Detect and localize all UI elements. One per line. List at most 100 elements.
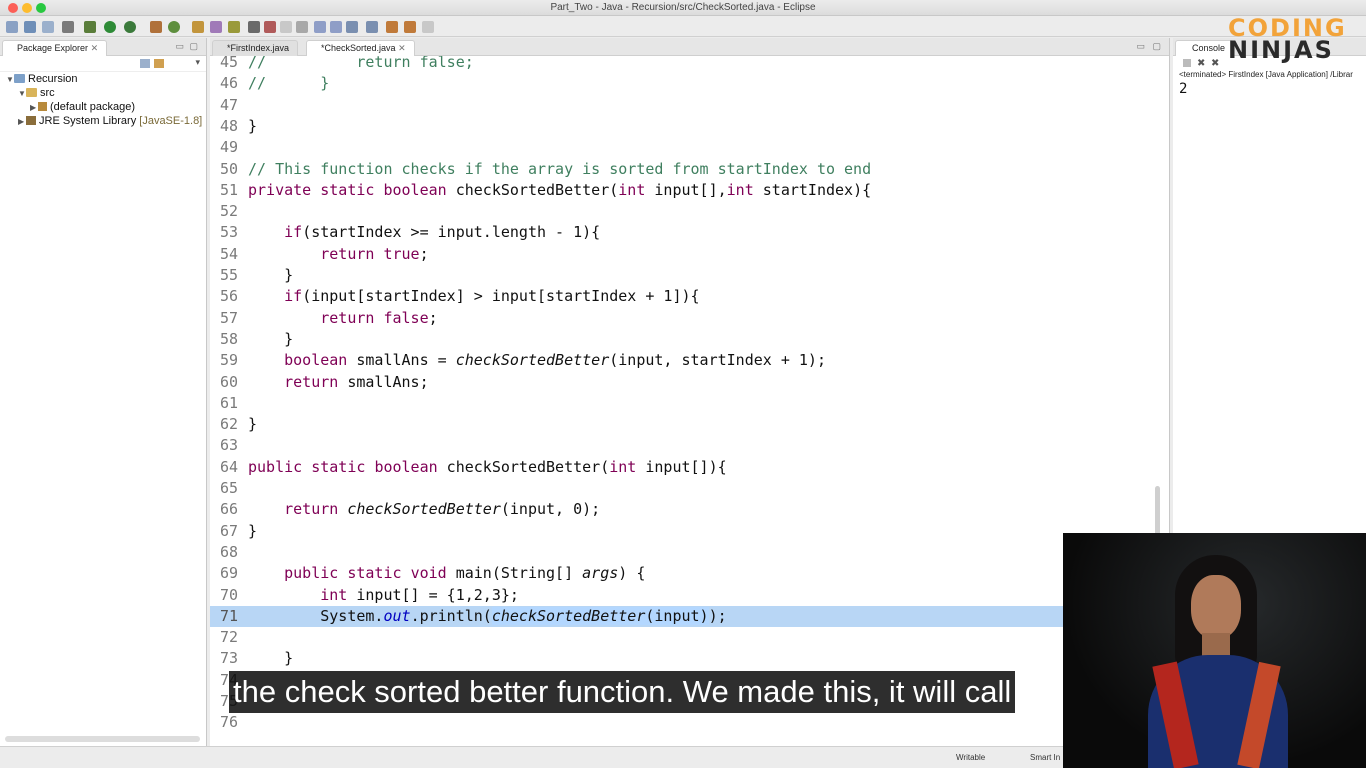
pin-editor-icon[interactable]: [296, 21, 308, 33]
forward-icon[interactable]: [386, 21, 398, 33]
save-icon[interactable]: [24, 21, 36, 33]
code-line[interactable]: 48}: [210, 116, 1170, 137]
tab-checksorted[interactable]: *CheckSorted.java ✕: [306, 40, 415, 56]
maximize-editor-icon[interactable]: ▢: [1152, 41, 1161, 52]
block-selection-icon[interactable]: [280, 21, 292, 33]
debug-icon[interactable]: [84, 21, 96, 33]
code-line[interactable]: 73 }: [210, 648, 1170, 669]
code-text[interactable]: return true;: [248, 244, 428, 265]
view-menu-icon[interactable]: ▾: [195, 57, 200, 68]
code-text[interactable]: if(input[startIndex] > input[startIndex …: [248, 286, 699, 307]
minimize-view-icon[interactable]: ▭: [175, 41, 184, 52]
code-text[interactable]: boolean smallAns = checkSortedBetter(inp…: [248, 350, 826, 371]
last-edit-icon[interactable]: [346, 21, 358, 33]
code-text[interactable]: }: [248, 116, 257, 137]
run-icon[interactable]: [104, 21, 116, 33]
horizontal-scrollbar[interactable]: [5, 736, 200, 742]
code-line[interactable]: 67}: [210, 521, 1170, 542]
code-line[interactable]: 54 return true;: [210, 244, 1170, 265]
code-area[interactable]: 45// return false; 46// } 47 48} 49 50// This…: [210, 56, 1170, 746]
code-text[interactable]: // This function checks if the array is …: [248, 159, 871, 180]
code-line[interactable]: 62}: [210, 414, 1170, 435]
maximize-view-icon[interactable]: ▢: [189, 41, 198, 52]
code-line[interactable]: 57 return false;: [210, 308, 1170, 329]
code-text[interactable]: if(startIndex >= input.length - 1){: [248, 222, 600, 243]
code-line[interactable]: 46 // }: [210, 73, 1170, 94]
new-java-project-icon[interactable]: [150, 21, 162, 33]
code-text[interactable]: System.out.println(checkSortedBetter(inp…: [248, 606, 727, 627]
tree-item-src[interactable]: ▼ src: [18, 86, 55, 100]
code-line[interactable]: 56 if(input[startIndex] > input[startInd…: [210, 286, 1170, 307]
code-line[interactable]: 58 }: [210, 329, 1170, 350]
close-icon[interactable]: ✕: [398, 43, 406, 53]
back-icon[interactable]: [366, 21, 378, 33]
code-text[interactable]: // return false;: [248, 56, 474, 73]
link-with-editor-icon[interactable]: [154, 59, 164, 68]
toggle-mark-icon[interactable]: [248, 21, 260, 33]
code-line[interactable]: 72: [210, 627, 1170, 648]
open-type-icon[interactable]: [192, 21, 204, 33]
code-line[interactable]: 45 // return false;: [210, 56, 1170, 73]
code-line[interactable]: 55 }: [210, 265, 1170, 286]
close-icon[interactable]: ✕: [91, 43, 99, 53]
code-text[interactable]: }: [248, 414, 257, 435]
code-text[interactable]: return false;: [248, 308, 437, 329]
remove-launch-icon[interactable]: ✖: [1197, 58, 1205, 69]
new-icon[interactable]: [6, 21, 18, 33]
code-line[interactable]: 76: [210, 712, 1170, 733]
save-all-icon[interactable]: [42, 21, 54, 33]
code-line[interactable]: 51 private static boolean checkSortedBett…: [210, 180, 1170, 201]
show-whitespace-icon[interactable]: [264, 21, 276, 33]
code-line[interactable]: 50 // This function checks if the array i…: [210, 159, 1170, 180]
tab-firstindex[interactable]: *FirstIndex.java: [212, 40, 299, 56]
code-line[interactable]: 49: [210, 137, 1170, 158]
code-line[interactable]: 68: [210, 542, 1170, 563]
code-text[interactable]: return smallAns;: [248, 372, 429, 393]
code-text[interactable]: public static void main(String[] args) {: [248, 563, 645, 584]
code-text[interactable]: private static boolean checkSortedBetter…: [248, 180, 871, 201]
code-text[interactable]: }: [248, 265, 293, 286]
code-line[interactable]: 60 return smallAns;: [210, 372, 1170, 393]
external-tools-icon[interactable]: [124, 21, 136, 33]
code-line[interactable]: 53 if(startIndex >= input.length - 1){: [210, 222, 1170, 243]
code-line[interactable]: 70 int input[] = {1,2,3};: [210, 585, 1170, 606]
tree-item-jre-library[interactable]: ▶ JRE System Library [JavaSE-1.8]: [18, 114, 202, 128]
minimize-editor-icon[interactable]: ▭: [1136, 41, 1145, 52]
code-line[interactable]: 64 public static boolean checkSortedBette…: [210, 457, 1170, 478]
collapse-icon[interactable]: ▶: [18, 115, 26, 129]
code-text[interactable]: public static boolean checkSortedBetter(…: [248, 457, 727, 478]
code-line[interactable]: 63: [210, 435, 1170, 456]
terminate-icon[interactable]: [1183, 59, 1191, 67]
collapse-icon[interactable]: ▶: [30, 101, 38, 115]
tab-console[interactable]: Console: [1175, 40, 1235, 56]
tree-item-default-package[interactable]: ▶ (default package): [30, 100, 135, 114]
expand-icon[interactable]: ▼: [18, 87, 26, 101]
code-text[interactable]: }: [248, 648, 293, 669]
code-text[interactable]: }: [248, 329, 293, 350]
new-class-icon[interactable]: [168, 21, 180, 33]
tree-item-recursion[interactable]: ▼ Recursion: [6, 72, 78, 86]
collapse-all-icon[interactable]: [140, 59, 150, 68]
remove-all-icon[interactable]: ✖: [1211, 58, 1219, 69]
code-line[interactable]: 65: [210, 478, 1170, 499]
code-line[interactable]: 47: [210, 95, 1170, 116]
expand-icon[interactable]: ▼: [6, 73, 14, 87]
next-annotation-icon[interactable]: [314, 21, 326, 33]
tab-package-explorer[interactable]: Package Explorer ✕: [2, 40, 108, 56]
search-icon[interactable]: [210, 21, 222, 33]
history-back-icon[interactable]: [404, 21, 416, 33]
code-line[interactable]: 71 System.out.println(checkSortedBetter(…: [210, 605, 1170, 628]
code-text[interactable]: // }: [248, 73, 329, 94]
annotation-icon[interactable]: [228, 21, 240, 33]
code-line[interactable]: 69 public static void main(String[] args…: [210, 563, 1170, 584]
code-line[interactable]: 59 boolean smallAns = checkSortedBetter(…: [210, 350, 1170, 371]
code-text[interactable]: int input[] = {1,2,3};: [248, 585, 519, 606]
history-forward-icon[interactable]: [422, 21, 434, 33]
code-line[interactable]: 52: [210, 201, 1170, 222]
code-line[interactable]: 66 return checkSortedBetter(input, 0);: [210, 499, 1170, 520]
skip-breakpoints-icon[interactable]: [62, 21, 74, 33]
code-line[interactable]: 61: [210, 393, 1170, 414]
code-text[interactable]: }: [248, 521, 257, 542]
previous-annotation-icon[interactable]: [330, 21, 342, 33]
code-text[interactable]: return checkSortedBetter(input, 0);: [248, 499, 600, 520]
